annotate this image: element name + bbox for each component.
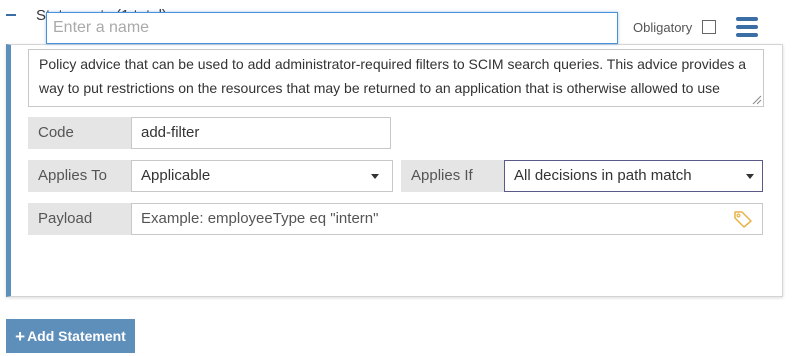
applies-to-select[interactable]: Applicable [131, 160, 393, 192]
obligatory-label: Obligatory [633, 20, 693, 35]
chevron-down-icon [371, 174, 379, 179]
statement-description[interactable]: Policy advice that can be used to add ad… [28, 49, 764, 107]
payload-label: Payload [28, 203, 131, 235]
chevron-down-icon [746, 174, 754, 179]
applies-if-select[interactable]: All decisions in path match [504, 160, 763, 192]
add-statement-label: Add Statement [27, 328, 126, 344]
hamburger-menu-icon[interactable] [736, 17, 758, 39]
code-input[interactable]: add-filter [131, 117, 391, 149]
payload-input[interactable]: Example: employeeType eq "intern" [131, 203, 763, 235]
obligatory-checkbox[interactable] [702, 20, 716, 34]
tag-icon[interactable] [733, 210, 753, 228]
applies-to-label: Applies To [28, 160, 131, 192]
collapse-statements-icon[interactable] [6, 14, 16, 16]
code-label: Code [28, 117, 131, 149]
add-statement-button[interactable]: + Add Statement [6, 319, 135, 353]
statement-name-input[interactable] [46, 12, 618, 44]
resize-grip-icon[interactable] [751, 94, 762, 105]
applies-if-label: Applies If [401, 160, 504, 192]
collapse-statement-icon[interactable] [13, 71, 21, 73]
plus-icon: + [15, 326, 26, 346]
